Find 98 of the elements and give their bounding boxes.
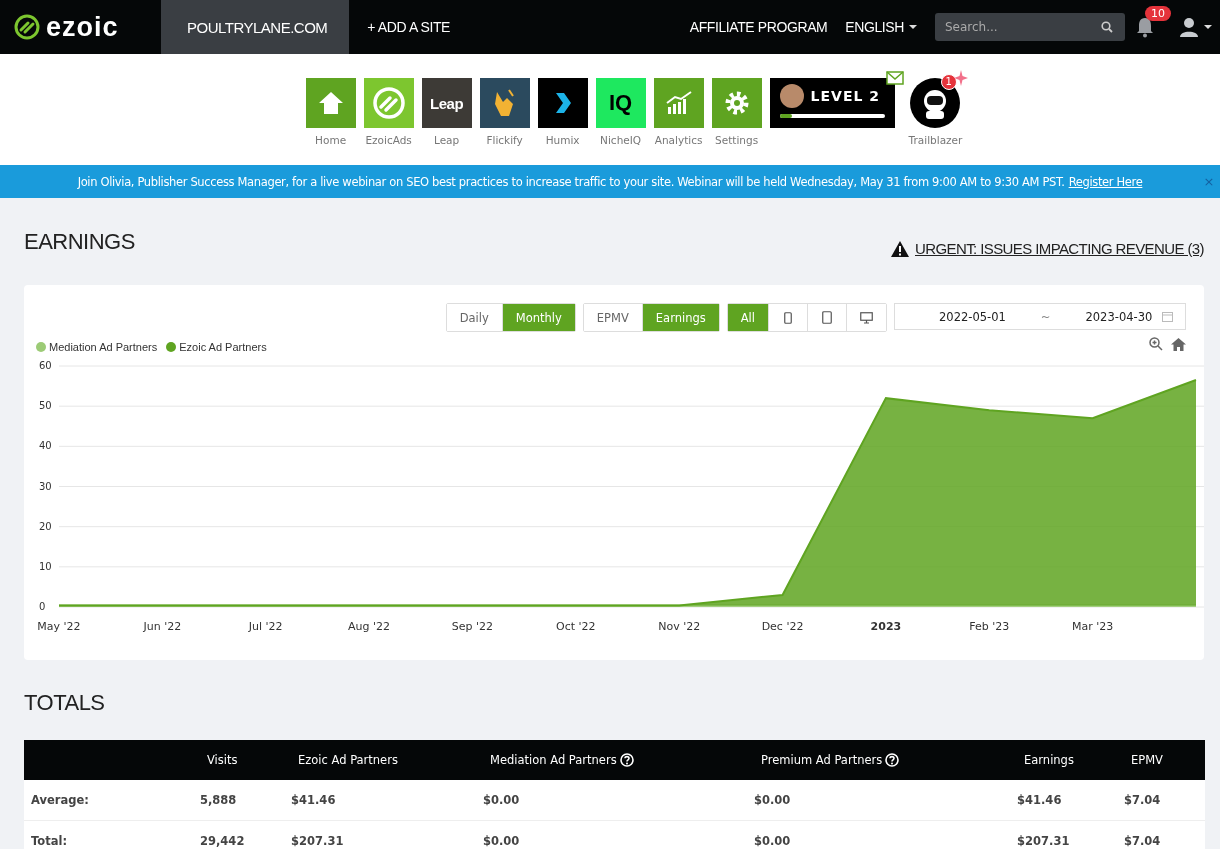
app-tile[interactable]: IQ (595, 78, 646, 128)
date-range-field[interactable]: 2022-05-01 ~ 2023-04-30 (894, 303, 1186, 330)
table-cell: $7.04 (1124, 834, 1161, 848)
row-label: Total: (31, 834, 68, 848)
table-cell: $0.00 (754, 834, 791, 848)
help-icon[interactable] (885, 753, 900, 767)
y-axis-label: 50 (39, 400, 52, 412)
app-label: NicheIQ (600, 134, 642, 146)
app-tile[interactable] (305, 78, 356, 128)
home-icon[interactable] (1171, 337, 1186, 351)
x-axis-label: May '22 (37, 620, 81, 633)
tile-logo-text: IQ (609, 90, 633, 116)
y-axis-label: 40 (39, 440, 52, 452)
x-axis-label: Jul '22 (248, 620, 283, 633)
column-header: Mediation Ad Partners (490, 753, 617, 767)
x-axis-label: 2023 (870, 620, 902, 633)
app-label: Flickify (486, 134, 523, 146)
app-label: Analytics (654, 134, 703, 146)
app-tile[interactable] (653, 78, 704, 128)
column-header: Premium Ad Partners (761, 753, 883, 767)
language-dropdown[interactable]: ENGLISH (845, 19, 917, 35)
y-axis-label: 60 (39, 360, 52, 371)
tile-logo-text: Leap (430, 94, 464, 112)
search-icon (1101, 21, 1113, 33)
table-cell: $41.46 (291, 793, 336, 807)
logo-wordmark[interactable]: ezoic (46, 11, 119, 43)
monitor-icon (860, 311, 873, 324)
column-header: Ezoic Ad Partners (298, 753, 398, 767)
warning-icon (891, 240, 909, 257)
table-cell: $7.04 (1124, 793, 1161, 807)
app-tile[interactable] (363, 78, 414, 128)
table-cell: $207.31 (1017, 834, 1070, 848)
phone-icon (784, 311, 792, 324)
notification-badge: 10 (1145, 6, 1171, 21)
x-axis-label: Jun '22 (143, 620, 182, 633)
zoom-in-icon[interactable] (1149, 337, 1163, 351)
app-tile[interactable] (537, 78, 588, 128)
app-tile[interactable] (479, 78, 530, 128)
table-cell: $0.00 (754, 793, 791, 807)
legend-label[interactable]: Mediation Ad Partners (49, 341, 158, 353)
bar-chart-icon (664, 91, 693, 115)
y-axis-label: 30 (39, 480, 52, 492)
sparkle-icon (953, 70, 968, 86)
house-icon (317, 90, 344, 116)
y-axis-label: 10 (39, 560, 52, 572)
add-site-link[interactable]: + ADD A SITE (367, 19, 451, 35)
column-header: Earnings (1024, 753, 1074, 767)
x-axis-label: Dec '22 (761, 620, 804, 633)
row-label: Average: (31, 793, 89, 807)
x-axis-label: Sep '22 (451, 620, 494, 633)
urgent-issues-link[interactable]: URGENT: ISSUES IMPACTING REVENUE (3) (915, 240, 1204, 257)
avatar-placeholder (779, 84, 804, 108)
start-date: 2022-05-01 (939, 309, 1006, 324)
app-tile[interactable] (711, 78, 762, 128)
app-tile[interactable]: Leap (421, 78, 472, 128)
legend-label[interactable]: Ezoic Ad Partners (179, 341, 267, 353)
bell-icon[interactable] (1135, 16, 1155, 38)
app-label: Trailblazer (908, 134, 963, 146)
level-card[interactable]: LEVEL 2 (769, 78, 895, 128)
app-label: EzoicAds (365, 134, 412, 146)
ezoic-logo-icon (371, 86, 406, 120)
site-tab[interactable]: POULTRYLANE.COM (161, 0, 350, 54)
level-title: LEVEL 2 (810, 88, 881, 104)
table-cell: $0.00 (483, 793, 520, 807)
affiliate-program-link[interactable]: AFFILIATE PROGRAM (689, 19, 828, 35)
desktop-toggle[interactable] (846, 304, 886, 331)
envelope-icon[interactable] (885, 71, 904, 85)
app-label: Leap (434, 134, 460, 146)
column-header: Visits (207, 753, 238, 767)
logo-icon (14, 14, 40, 40)
table-cell: $207.31 (291, 834, 344, 848)
table-cell: $0.00 (483, 834, 520, 848)
x-axis-label: Oct '22 (556, 620, 596, 633)
end-date: 2023-04-30 (1085, 309, 1154, 324)
astronaut-icon[interactable] (910, 78, 961, 128)
app-label: Home (315, 134, 347, 146)
date-separator: ~ (1040, 309, 1051, 324)
user-icon[interactable] (1179, 17, 1199, 37)
calendar-icon (1162, 311, 1173, 322)
y-axis-label: 20 (39, 520, 52, 532)
table-cell: 5,888 (200, 793, 237, 807)
app-label: Settings (715, 134, 759, 146)
table-cell: 29,442 (200, 834, 245, 848)
app-label: Humix (545, 134, 580, 146)
x-axis-label: Feb '23 (969, 620, 1010, 633)
x-axis-label: Aug '22 (348, 620, 391, 633)
search-field[interactable]: Search... (935, 13, 1125, 41)
y-axis-label: 0 (39, 601, 46, 612)
x-axis-label: Mar '23 (1072, 620, 1114, 633)
section-heading: EARNINGS (24, 228, 135, 255)
column-header: EPMV (1131, 753, 1163, 767)
caret-icon (1204, 25, 1212, 29)
tablet-icon (822, 311, 832, 324)
table-cell: $41.46 (1017, 793, 1062, 807)
help-icon[interactable] (619, 753, 634, 767)
banner-message: Join Olivia, Publisher Success Manager, for a live webinar on SEO best practices to increase traffic to your site. Webinar will be held Wednesday, May 31 from 9:00 AM to 9:30 AM PST. (77, 174, 1065, 189)
x-axis-label: Nov '22 (658, 620, 701, 633)
section-heading: TOTALS (24, 690, 106, 716)
